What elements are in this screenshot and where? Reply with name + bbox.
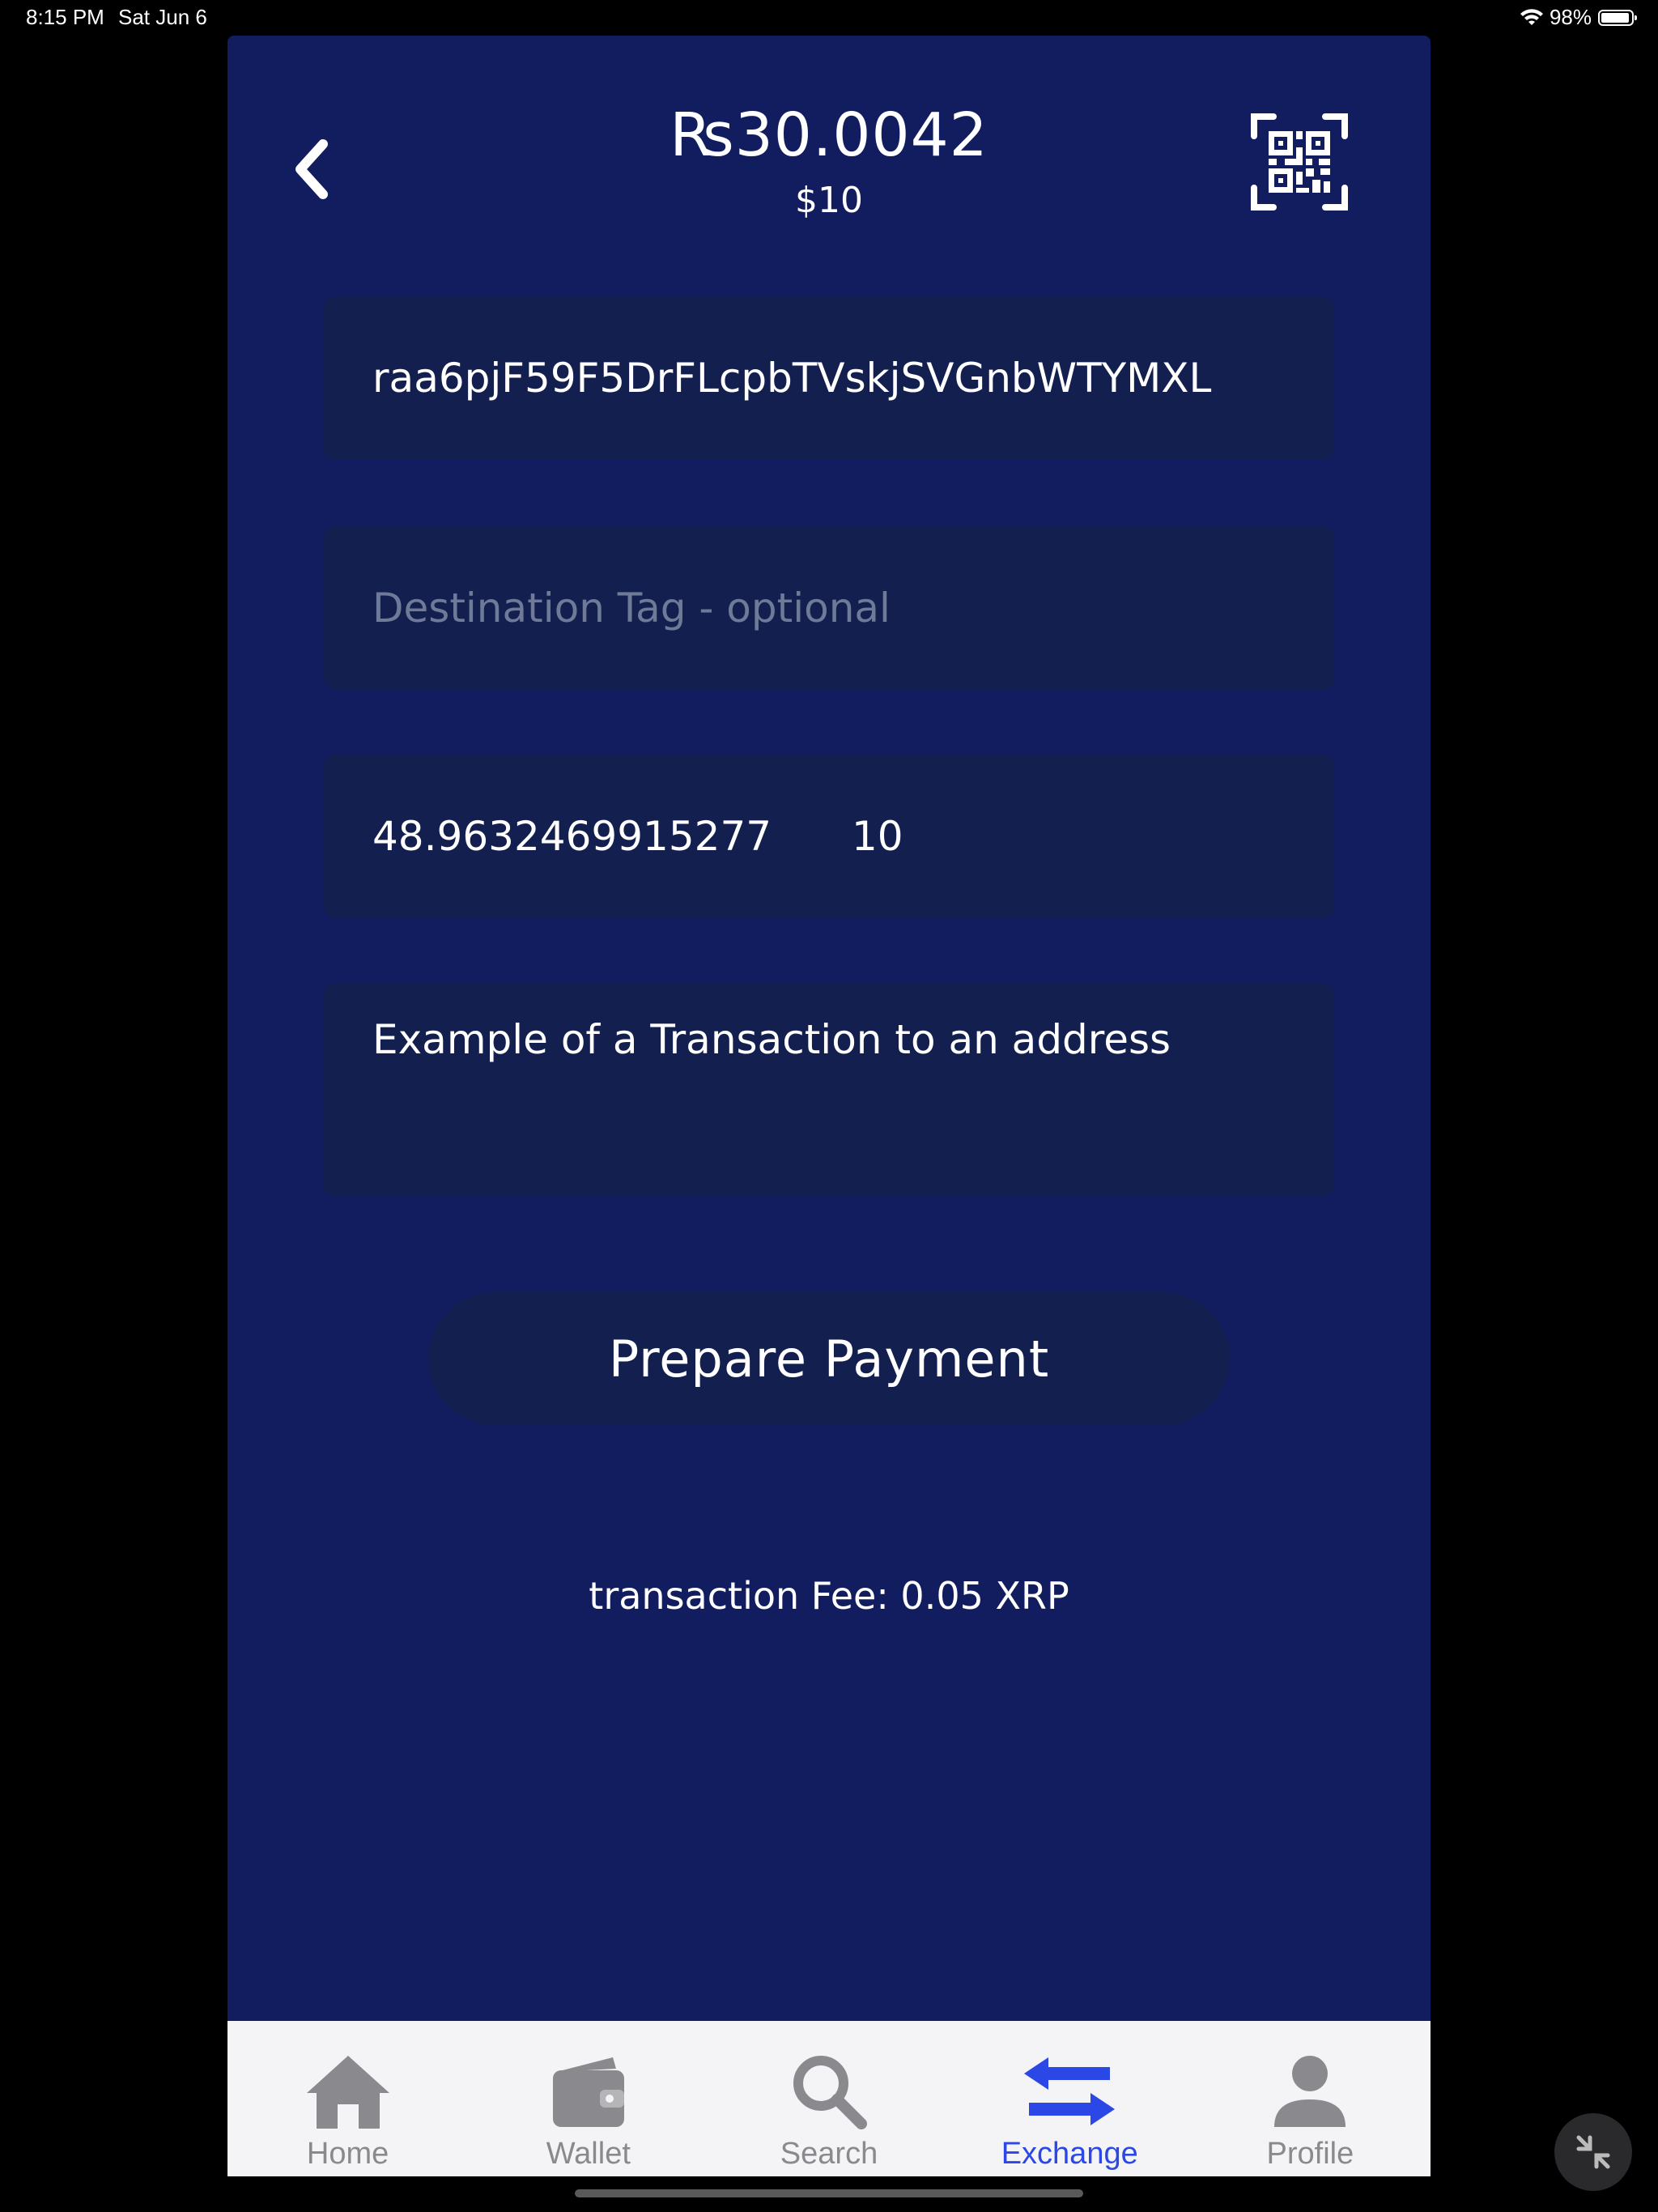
status-date: Sat Jun 6 xyxy=(118,5,207,29)
profile-icon xyxy=(1274,2056,1346,2127)
tab-wallet[interactable]: Wallet xyxy=(468,2021,708,2176)
search-icon xyxy=(793,2056,867,2129)
wifi-icon xyxy=(1520,8,1543,25)
battery-icon xyxy=(1598,9,1637,26)
collapse-icon xyxy=(1576,2135,1610,2169)
destination-tag-input[interactable]: Destination Tag - optional xyxy=(324,526,1334,690)
destination-tag-placeholder: Destination Tag - optional xyxy=(372,585,891,632)
prepare-payment-button[interactable]: Prepare Payment xyxy=(428,1292,1230,1425)
tab-home-label: Home xyxy=(306,2137,389,2171)
tab-wallet-label: Wallet xyxy=(546,2137,631,2171)
tab-bar: Home Wallet Search Exchange Profile xyxy=(227,2021,1431,2176)
wallet-icon xyxy=(552,2057,624,2127)
tab-exchange[interactable]: Exchange xyxy=(950,2021,1190,2176)
status-indicators: 98% xyxy=(1520,5,1637,30)
tab-profile-label: Profile xyxy=(1266,2137,1354,2171)
home-icon xyxy=(306,2056,389,2129)
tab-home[interactable]: Home xyxy=(227,2021,468,2176)
battery-percent: 98% xyxy=(1549,5,1592,29)
memo-value: Example of a Transaction to an address xyxy=(372,1016,1171,1063)
tab-search[interactable]: Search xyxy=(708,2021,949,2176)
home-indicator[interactable] xyxy=(575,2189,1083,2197)
address-input[interactable]: raa6pjF59F5DrFLcpbTVskjSVGnbWTYMXL xyxy=(324,296,1334,460)
exchange-icon xyxy=(1024,2057,1116,2125)
amount-usd-value: 10 xyxy=(852,813,903,860)
memo-input[interactable]: Example of a Transaction to an address xyxy=(324,983,1334,1197)
amount-input[interactable]: 48.9632469915277 10 xyxy=(324,755,1334,918)
qr-code-icon xyxy=(1251,113,1348,211)
collapse-button[interactable] xyxy=(1554,2113,1632,2191)
tab-search-label: Search xyxy=(780,2137,878,2171)
qr-scan-button[interactable] xyxy=(1249,112,1350,212)
status-time: 8:15 PM xyxy=(26,5,104,29)
tab-profile[interactable]: Profile xyxy=(1190,2021,1431,2176)
address-value: raa6pjF59F5DrFLcpbTVskjSVGnbWTYMXL xyxy=(372,355,1212,402)
transaction-fee-text: transaction Fee: 0.05 XRP xyxy=(589,1574,1069,1618)
amount-xrp-value: 48.9632469915277 xyxy=(372,813,772,860)
send-payment-screen: ₨30.0042 $10 raa6pjF59F5DrFLcpbTVskjSVGn… xyxy=(227,36,1431,2176)
tab-exchange-label: Exchange xyxy=(1001,2137,1138,2171)
